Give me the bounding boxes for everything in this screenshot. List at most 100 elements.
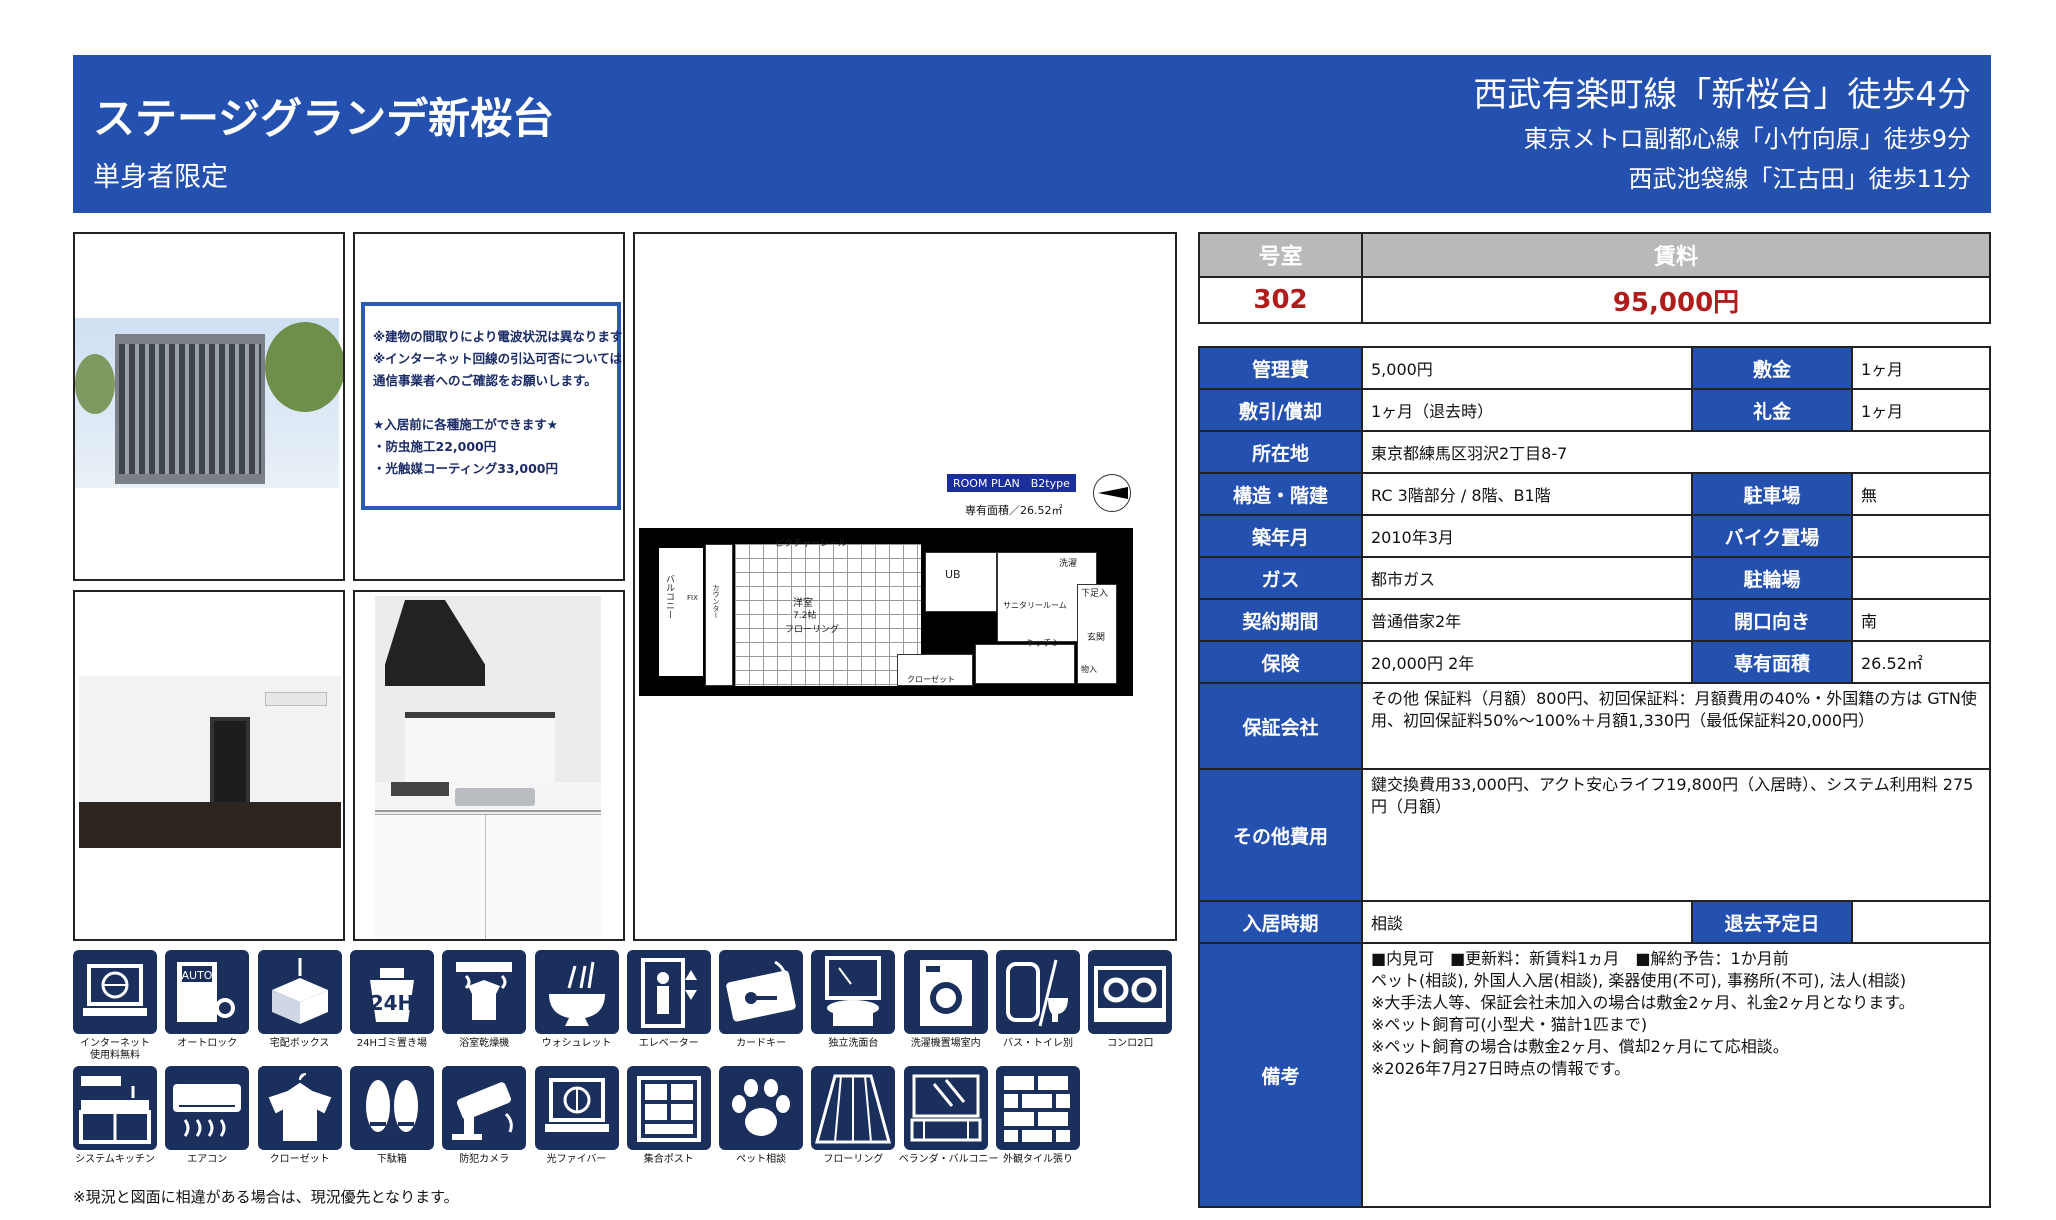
amenity-label: カードキー — [736, 1038, 787, 1049]
room-photo — [73, 590, 345, 941]
building-photo — [73, 232, 345, 581]
balcony-door — [210, 717, 250, 809]
plan-label: UB — [945, 568, 961, 581]
address-value: 東京都練馬区羽沢2丁目8-7 — [1361, 430, 1991, 474]
move-in-value: 相談 — [1361, 900, 1693, 944]
svg-text:AUTO: AUTO — [182, 969, 213, 982]
cabinet — [375, 814, 601, 939]
notice-line: ★入居前に各種施工ができます★ — [373, 417, 558, 432]
plan-label: 物入 — [1081, 665, 1097, 674]
remarks-value: ■内見可 ■更新料：新賃料1ヵ月 ■解約予告：1か月前 ペット(相談), 外国人… — [1361, 942, 1991, 1208]
built-value: 2010年3月 — [1361, 514, 1693, 558]
disclaimer: ※現況と図面に相違がある場合は、現況優先となります。 — [73, 1188, 459, 1206]
air-conditioner-icon — [165, 1066, 250, 1150]
veranda-icon — [903, 1066, 988, 1150]
remarks-label: 備考 — [1198, 942, 1363, 1208]
station-secondary: 東京メトロ副都心線「小竹向原」徒歩9分 — [1523, 125, 1971, 153]
amenity-item: インターネット 使用料無料 — [73, 950, 163, 1062]
amenity-item: コンロ2口 — [1088, 950, 1178, 1050]
shikibiki-value: 1ヶ月（退去時） — [1361, 388, 1693, 432]
floor-plan: ROOM PLAN B2type 専有面積／26.52㎡ ピクチャーレール 洋室… — [633, 232, 1177, 941]
tree — [265, 322, 343, 412]
bathroom-dryer-icon — [442, 950, 527, 1034]
amenity-label: ベランダ・バルコニー — [898, 1154, 999, 1165]
floor-plan-tag: ROOM PLAN B2type — [947, 474, 1076, 492]
amenity-label: 光ファイバー — [546, 1154, 607, 1165]
mgmt-fee-value: 5,000円 — [1361, 346, 1693, 390]
amenity-label: ペット相談 — [736, 1154, 787, 1165]
amenity-label: バス・トイレ別 — [1003, 1038, 1073, 1049]
amenity-label: システムキッチン — [75, 1154, 155, 1165]
station-primary: 西武有楽町線「新桜台」徒歩4分 — [1473, 75, 1971, 115]
amenity-item: クローゼット — [257, 1066, 348, 1166]
contract-value: 普通借家2年 — [1361, 598, 1693, 642]
insurance-label: 保険 — [1198, 640, 1363, 684]
remark-line: ※2026年7月27日時点の情報です。 — [1371, 1059, 1631, 1078]
building-windows — [119, 344, 261, 474]
subtitle: 単身者限定 — [93, 162, 228, 193]
shikibiki-label: 敷引/償却 — [1198, 388, 1363, 432]
plan-label: フローリング — [785, 625, 840, 635]
insurance-value: 20,000円 2年 — [1361, 640, 1693, 684]
amenity-label: 浴室乾燥機 — [459, 1038, 510, 1049]
remark-line: ペット(相談), 外国人入居(相談), 楽器使用(不可), 事務所(不可), 法… — [1371, 971, 1907, 990]
amenity-label: 集合ポスト — [643, 1154, 694, 1165]
remark-line: ※ペット飼育の場合は敷金2ヶ月、償却2ヶ月にて応相談。 — [1371, 1037, 1789, 1056]
rent-value: 95,000円 — [1361, 276, 1991, 324]
closet-icon — [257, 1066, 342, 1150]
structure-label: 構造・階建 — [1198, 472, 1363, 516]
amenity-label: インターネット 使用料無料 — [80, 1038, 150, 1061]
two-burner-stove-icon — [1088, 950, 1173, 1034]
gas-label: ガス — [1198, 556, 1363, 600]
notice-line: ・光触媒コーティング33,000円 — [373, 461, 558, 476]
bicycle-parking-label: 駐輪場 — [1691, 556, 1853, 600]
amenity-label: 宅配ボックス — [269, 1038, 330, 1049]
security-camera-icon — [442, 1066, 527, 1150]
guarantor-value: その他 保証料（月額）800円、初回保証料：月額費用の40%・外国籍の方は GT… — [1361, 682, 1991, 770]
amenity-item: 集合ポスト — [626, 1066, 717, 1166]
amenity-item: 独立洗面台 — [811, 950, 901, 1050]
plan-label: 洗濯 — [1059, 559, 1078, 569]
notice-line — [373, 392, 609, 414]
plan-label: バルコニー — [664, 574, 674, 619]
key-money-value: 1ヶ月 — [1851, 388, 1991, 432]
facing-value: 南 — [1851, 598, 1991, 642]
elevator-icon — [626, 950, 711, 1034]
guarantor-label: 保証会社 — [1198, 682, 1363, 770]
amenity-item: 防犯カメラ — [442, 1066, 532, 1166]
washlet-icon — [534, 950, 619, 1034]
amenity-item: ウォシュレット — [534, 950, 625, 1050]
plan-label: カウンター — [712, 584, 720, 619]
garbage-24h-icon: 24H — [349, 950, 434, 1034]
amenity-item: ペット相談 — [719, 1066, 809, 1166]
plan-ub — [925, 552, 997, 612]
station-list: 西武有楽町線「新桜台」徒歩4分 東京メトロ副都心線「小竹向原」徒歩9分 西武池袋… — [1473, 71, 1971, 199]
remark-line: ※大手法人等、保証会社未加入の場合は敷金2ヶ月、礼金2ヶ月となります。 — [1371, 993, 1915, 1012]
rent-label: 賃料 — [1361, 232, 1991, 278]
pet-icon — [719, 1066, 804, 1150]
station-tertiary: 西武池袋線「江古田」徒歩11分 — [1628, 165, 1971, 193]
plan-label: 下足入 — [1081, 589, 1109, 599]
room-floor — [79, 802, 341, 848]
key-money-label: 礼金 — [1691, 388, 1853, 432]
remark-line: ■内見可 ■更新料：新賃料1ヵ月 ■解約予告：1か月前 — [1371, 949, 1789, 968]
bath-toilet-separate-icon — [996, 950, 1080, 1034]
bicycle-parking-value — [1851, 556, 1991, 600]
amenity-label: クローゼット — [269, 1154, 330, 1165]
room-rent-table: 号室 賃料 302 95,000円 — [1198, 232, 1991, 324]
amenity-item: 外観タイル張り — [996, 1066, 1086, 1166]
washer-space-icon — [903, 950, 988, 1034]
gas-value: 都市ガス — [1361, 556, 1693, 600]
move-out-label: 退去予定日 — [1691, 900, 1853, 944]
notice-line: 通信事業者へのご確認をお願いします。 — [373, 373, 597, 388]
plan-label: サニタリールーム — [1003, 601, 1067, 610]
facing-label: 開口向き — [1691, 598, 1853, 642]
parking-value: 無 — [1851, 472, 1991, 516]
amenity-item: 24H 24Hゴミ置き場 — [349, 950, 440, 1050]
shoe-box-icon — [349, 1066, 434, 1150]
move-out-value — [1851, 900, 1991, 944]
building-name: ステージグランデ新桜台 — [93, 94, 555, 143]
amenity-item: システムキッチン — [73, 1066, 163, 1166]
move-in-label: 入居時期 — [1198, 900, 1363, 944]
svg-text:24H: 24H — [370, 991, 415, 1015]
